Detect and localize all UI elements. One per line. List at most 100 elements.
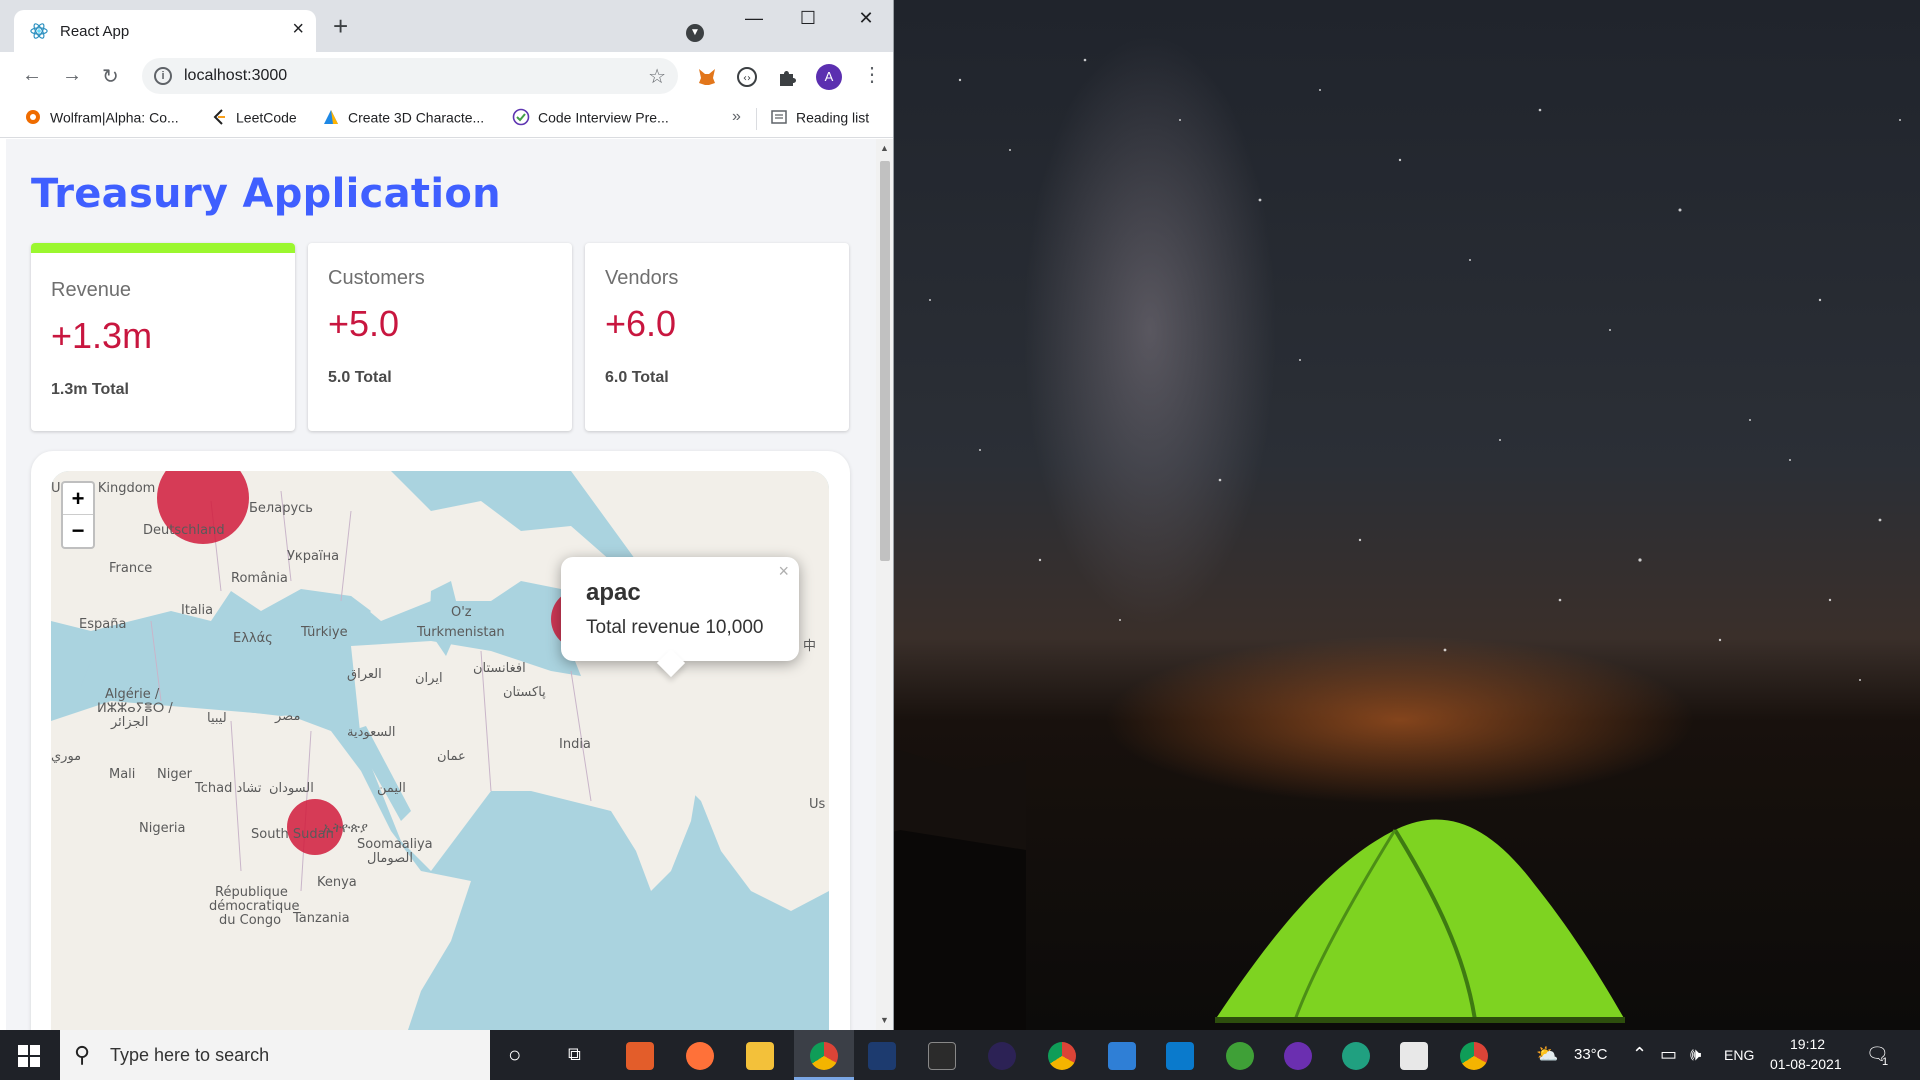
address-bar[interactable]: i localhost:3000 ☆	[142, 58, 678, 94]
tab-react-app[interactable]: React App ×	[14, 10, 316, 52]
map-label: Беларусь	[249, 501, 313, 516]
forward-icon[interactable]: →	[62, 64, 82, 87]
reading-list-icon	[771, 110, 787, 125]
wolfram-icon	[26, 110, 40, 125]
mongodb-compass-icon[interactable]	[1226, 1042, 1254, 1070]
bookmark-wolfram[interactable]: Wolfram|Alpha: Co...	[24, 108, 179, 130]
tab-close-icon[interactable]: ×	[292, 18, 304, 41]
bookmark-code-interview[interactable]: Code Interview Pre...	[512, 108, 669, 130]
map-label: O'z	[451, 605, 472, 620]
popup-close-icon[interactable]: ×	[778, 561, 789, 582]
tab-strip: React App × + ▼ — ☐ ✕	[0, 0, 893, 52]
bookmark-star-icon[interactable]: ☆	[648, 64, 666, 89]
active-card-indicator	[31, 243, 295, 253]
map-label: du Congo	[219, 913, 282, 928]
zoom-in-button[interactable]: +	[63, 483, 93, 515]
volume-icon[interactable]: 🕪	[1690, 1044, 1701, 1065]
site-info-icon[interactable]: i	[154, 67, 172, 85]
back-icon[interactable]: ←	[22, 64, 42, 87]
tab-search-icon[interactable]: ▼	[686, 24, 704, 42]
scroll-down-icon[interactable]: ▼	[880, 1015, 889, 1025]
map-label: ኢትዮጵያ	[323, 821, 368, 836]
taskbar-search[interactable]: ⚲ Type here to search	[60, 1030, 490, 1080]
map-label: République	[215, 885, 288, 900]
weather-icon[interactable]: ⛅	[1536, 1044, 1558, 1065]
map-label: Algérie /	[105, 687, 160, 702]
windows-start-icon[interactable]	[18, 1045, 40, 1067]
metamask-extension-icon[interactable]	[696, 66, 718, 88]
map-label: démocratique	[209, 899, 300, 914]
file-explorer-icon[interactable]	[746, 1042, 774, 1070]
chrome-app-icon[interactable]	[810, 1042, 838, 1070]
clock-date[interactable]: 01-08-2021	[1770, 1056, 1842, 1072]
browser-menu-icon[interactable]: ⋮	[862, 62, 882, 87]
language-indicator[interactable]: ENG	[1724, 1047, 1754, 1063]
tor-browser-icon[interactable]	[1284, 1042, 1312, 1070]
clock-time[interactable]: 19:12	[1790, 1036, 1825, 1052]
map-label: السودان	[269, 781, 314, 796]
show-hidden-icons-icon[interactable]: ⌃	[1632, 1044, 1647, 1065]
map-label: Italia	[181, 603, 214, 618]
customers-card[interactable]: Customers +5.0 5.0 Total	[308, 243, 572, 431]
react-icon	[30, 23, 48, 39]
map-label: 中	[803, 639, 817, 654]
popup-title: apac	[586, 579, 641, 606]
map-label: South Sudan	[251, 827, 334, 842]
bookmark-create-3d[interactable]: Create 3D Characte...	[322, 108, 484, 130]
minimize-icon[interactable]: —	[734, 8, 774, 29]
scroll-up-icon[interactable]: ▲	[880, 143, 889, 153]
card-label: Vendors	[605, 267, 679, 289]
card-total: 5.0 Total	[328, 369, 392, 386]
vscode-app-icon[interactable]	[1166, 1042, 1194, 1070]
map-label: România	[231, 571, 288, 586]
map-label: Tanzania	[293, 911, 350, 926]
chrome-profile-3-icon[interactable]	[1460, 1042, 1488, 1070]
zoom-out-button[interactable]: −	[63, 515, 93, 547]
chrome-profile-2-icon[interactable]	[1048, 1042, 1076, 1070]
extensions-puzzle-icon[interactable]	[776, 66, 798, 88]
cortana-icon[interactable]: ○	[508, 1042, 521, 1068]
eclipse-app-icon[interactable]	[988, 1042, 1016, 1070]
snipping-tool-icon[interactable]	[1400, 1042, 1428, 1070]
browser-window: React App × + ▼ — ☐ ✕ ← → ↻ i localhost:…	[0, 0, 894, 1030]
vendors-card[interactable]: Vendors +6.0 6.0 Total	[585, 243, 849, 431]
scrollbar-thumb[interactable]	[880, 161, 890, 561]
bookmark-leetcode[interactable]: LeetCode	[210, 108, 297, 130]
url-text[interactable]: localhost:3000	[184, 67, 287, 85]
mysql-workbench-icon[interactable]	[868, 1042, 896, 1070]
card-total: 1.3m Total	[51, 381, 129, 398]
map-label: السعودية	[347, 725, 396, 740]
window-close-icon[interactable]: ✕	[846, 8, 886, 29]
new-tab-icon[interactable]: +	[333, 13, 348, 39]
atom-app-icon[interactable]	[1342, 1042, 1370, 1070]
popup-body: Total revenue 10,000	[586, 617, 764, 638]
map-label: ایران	[415, 671, 443, 686]
bookmarks-bar: Wolfram|Alpha: Co... LeetCode Create 3D …	[0, 100, 893, 138]
map-label: Nigeria	[139, 821, 186, 836]
azure-data-studio-icon[interactable]	[1108, 1042, 1136, 1070]
map-label: Kenya	[317, 875, 357, 890]
map-label: عمان	[437, 749, 466, 764]
map-label: الجزائر	[111, 715, 149, 730]
card-label: Customers	[328, 267, 425, 289]
tent-image	[1215, 819, 1625, 1023]
revenue-card[interactable]: Revenue +1.3m 1.3m Total	[31, 243, 295, 431]
reading-list-button[interactable]: Reading list	[770, 108, 869, 130]
battery-icon[interactable]: ▭	[1660, 1044, 1677, 1065]
maximize-icon[interactable]: ☐	[788, 8, 828, 29]
reload-icon[interactable]: ↻	[102, 64, 119, 89]
profile-avatar[interactable]: A	[816, 64, 842, 90]
map-label: Niger	[157, 767, 192, 782]
page-scrollbar[interactable]: ▲ ▼	[876, 139, 893, 1030]
notion-app-icon[interactable]	[928, 1042, 956, 1070]
map-label: العراق	[347, 667, 382, 682]
task-view-icon[interactable]: ⧉	[568, 1044, 581, 1065]
browser-toolbar: ← → ↻ i localhost:3000 ☆ ‹› A ⋮	[0, 52, 893, 100]
more-bookmarks-icon[interactable]: »	[732, 108, 741, 126]
weather-temperature[interactable]: 33°C	[1574, 1046, 1608, 1063]
vpn-extension-icon[interactable]: ‹›	[736, 66, 758, 88]
powerpoint-app-icon[interactable]	[626, 1042, 654, 1070]
search-placeholder: Type here to search	[110, 1045, 270, 1065]
firefox-app-icon[interactable]	[686, 1042, 714, 1070]
world-map[interactable]: United Kingdom Беларусь Deutschland Укра…	[51, 471, 829, 1030]
